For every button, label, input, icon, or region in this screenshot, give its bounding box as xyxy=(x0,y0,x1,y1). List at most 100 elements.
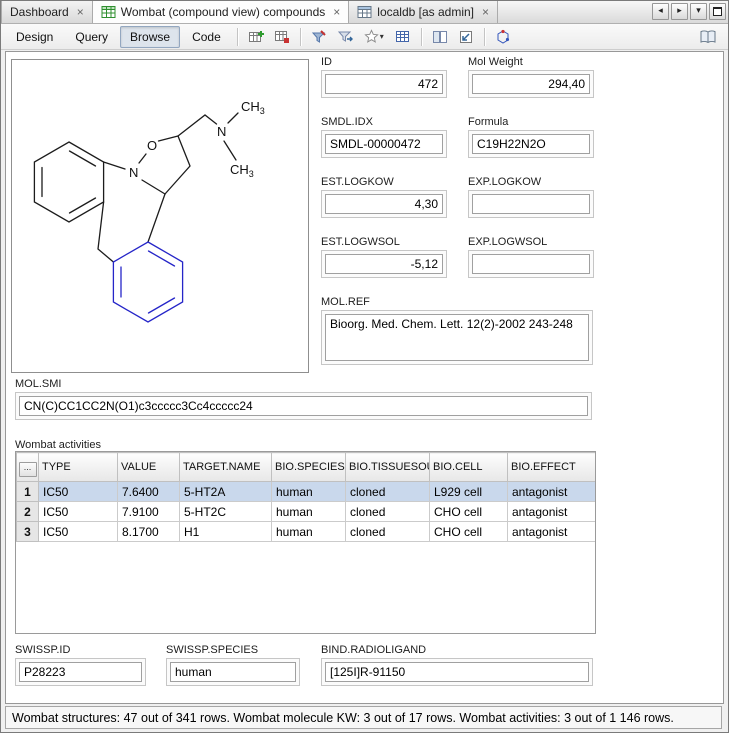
cell[interactable]: CHO cell xyxy=(430,522,508,542)
field-bind-radioligand: BIND.RADIOLIGAND [125I]R-91150 xyxy=(321,644,593,686)
bind-radioligand-input[interactable]: [125I]R-91150 xyxy=(325,662,589,682)
cell[interactable]: CHO cell xyxy=(430,502,508,522)
manage-views-button[interactable] xyxy=(270,26,294,48)
tab-label: localdb [as admin] xyxy=(377,5,474,19)
cell[interactable]: human xyxy=(272,482,346,502)
cell[interactable]: antagonist xyxy=(508,482,596,502)
tab-localdb[interactable]: localdb [as admin] × xyxy=(349,1,498,23)
field-label: SMDL.IDX xyxy=(321,116,447,128)
mol-ref-input[interactable]: Bioorg. Med. Chem. Lett. 12(2)-2002 243-… xyxy=(325,314,589,361)
database-icon xyxy=(357,5,372,19)
split-view-button[interactable] xyxy=(428,26,452,48)
formula-input[interactable]: C19H22N2O xyxy=(472,134,590,154)
cell[interactable]: 5-HT2C xyxy=(180,502,272,522)
toolbar-separator xyxy=(421,28,422,46)
field-est-logkow: EST.LOGKOW 4,30 xyxy=(321,176,447,218)
cell[interactable]: L929 cell xyxy=(430,482,508,502)
cell[interactable]: H1 xyxy=(180,522,272,542)
design-button[interactable]: Design xyxy=(6,26,63,48)
cell[interactable]: IC50 xyxy=(39,502,118,522)
cell[interactable]: cloned xyxy=(346,502,430,522)
cell[interactable]: cloned xyxy=(346,482,430,502)
id-input[interactable]: 472 xyxy=(325,74,443,94)
query-button[interactable]: Query xyxy=(65,26,118,48)
structure-tools-button[interactable] xyxy=(491,26,515,48)
new-grid-view-button[interactable] xyxy=(244,26,268,48)
structure-viewer[interactable]: N O N CH3 CH3 xyxy=(11,59,309,373)
cell[interactable]: human xyxy=(272,502,346,522)
est-logwsol-input[interactable]: -5,12 xyxy=(325,254,443,274)
exp-logkow-input[interactable] xyxy=(472,194,590,214)
table-row[interactable]: 2 IC50 7.9100 5-HT2C human cloned CHO ce… xyxy=(17,502,596,522)
oxygen-label: O xyxy=(147,138,157,153)
column-header-bio-cell[interactable]: BIO.CELL xyxy=(430,453,508,482)
caret-down-icon: ▾ xyxy=(380,32,384,41)
view-toolbar: Design Query Browse Code xyxy=(1,24,728,50)
row-number[interactable]: 3 xyxy=(17,522,39,542)
mol-weight-input[interactable]: 294,40 xyxy=(472,74,590,94)
row-number[interactable]: 2 xyxy=(17,502,39,522)
show-grid-button[interactable] xyxy=(391,26,415,48)
cell[interactable]: IC50 xyxy=(39,522,118,542)
tab-bar: Dashboard × Wombat (compound view) compo… xyxy=(1,1,728,24)
field-label: Formula xyxy=(468,116,594,128)
field-exp-logwsol: EXP.LOGWSOL xyxy=(468,236,594,278)
close-icon[interactable]: × xyxy=(333,7,340,17)
browse-button[interactable]: Browse xyxy=(120,26,180,48)
cell[interactable]: 5-HT2A xyxy=(180,482,272,502)
swissp-id-input[interactable]: P28223 xyxy=(19,662,142,682)
maximize-button[interactable] xyxy=(709,3,726,20)
smdl-idx-input[interactable]: SMDL-00000472 xyxy=(325,134,443,154)
field-label: EXP.LOGKOW xyxy=(468,176,594,188)
scroll-tabs-left-button[interactable]: ◂ xyxy=(652,3,669,20)
column-header-bio-effect[interactable]: BIO.EFFECT xyxy=(508,453,596,482)
application-window: Dashboard × Wombat (compound view) compo… xyxy=(0,0,729,733)
tab-dashboard[interactable]: Dashboard × xyxy=(1,1,93,23)
column-header-value[interactable]: VALUE xyxy=(118,453,180,482)
column-header-bio-tissuesou[interactable]: BIO.TISSUESOU xyxy=(346,453,430,482)
molecule-drawing: N O N CH3 CH3 xyxy=(12,60,306,370)
field-label: SWISSP.ID xyxy=(15,644,146,656)
table-properties-button[interactable]: ... xyxy=(19,462,37,477)
maximize-icon xyxy=(713,7,722,16)
cell[interactable]: antagonist xyxy=(508,522,596,542)
popout-view-button[interactable] xyxy=(454,26,478,48)
tab-list-dropdown-button[interactable]: ▾ xyxy=(690,3,707,20)
cell[interactable]: human xyxy=(272,522,346,542)
exp-logwsol-input[interactable] xyxy=(472,254,590,274)
cell[interactable]: 7.6400 xyxy=(118,482,180,502)
documentation-button[interactable] xyxy=(696,26,720,48)
cell[interactable]: 8.1700 xyxy=(118,522,180,542)
row-number[interactable]: 1 xyxy=(17,482,39,502)
field-label: BIND.RADIOLIGAND xyxy=(321,644,593,656)
edit-query-button[interactable] xyxy=(307,26,331,48)
column-header-type[interactable]: TYPE xyxy=(39,453,118,482)
grid-view-icon xyxy=(101,5,116,19)
cell[interactable]: cloned xyxy=(346,522,430,542)
activities-table-panel: ... TYPE VALUE TARGET.NAME BIO.SPECIES B… xyxy=(15,451,596,634)
methyl-bottom-label: CH3 xyxy=(230,162,254,179)
table-header-row: ... TYPE VALUE TARGET.NAME BIO.SPECIES B… xyxy=(17,453,596,482)
cell[interactable]: antagonist xyxy=(508,502,596,522)
tab-wombat-compounds[interactable]: Wombat (compound view) compounds × xyxy=(93,1,350,23)
close-icon[interactable]: × xyxy=(482,7,489,17)
cell[interactable]: IC50 xyxy=(39,482,118,502)
table-row[interactable]: 3 IC50 8.1700 H1 human cloned CHO cell a… xyxy=(17,522,596,542)
mol-smi-input[interactable]: CN(C)CC1CC2N(O1)c3ccccc3Cc4ccccc24 xyxy=(19,396,588,416)
table-row[interactable]: 1 IC50 7.6400 5-HT2A human cloned L929 c… xyxy=(17,482,596,502)
field-label: SWISSP.SPECIES xyxy=(166,644,300,656)
column-header-bio-species[interactable]: BIO.SPECIES xyxy=(272,453,346,482)
est-logkow-input[interactable]: 4,30 xyxy=(325,194,443,214)
field-smdl-idx: SMDL.IDX SMDL-00000472 xyxy=(321,116,447,158)
code-button[interactable]: Code xyxy=(182,26,231,48)
grid-plus-icon xyxy=(248,29,264,45)
lists-menu-button[interactable]: ▾ xyxy=(359,26,389,48)
column-header-target-name[interactable]: TARGET.NAME xyxy=(180,453,272,482)
cell[interactable]: 7.9100 xyxy=(118,502,180,522)
tab-bar-spacer xyxy=(498,1,652,23)
run-query-button[interactable] xyxy=(333,26,357,48)
table-corner-header: ... xyxy=(17,453,39,482)
swissp-species-input[interactable]: human xyxy=(170,662,296,682)
close-icon[interactable]: × xyxy=(77,7,84,17)
scroll-tabs-right-button[interactable]: ▸ xyxy=(671,3,688,20)
